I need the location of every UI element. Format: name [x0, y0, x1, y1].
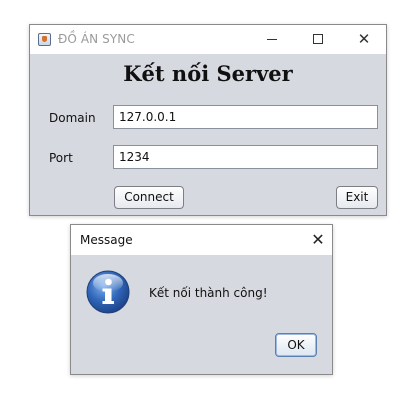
window-title: ĐỒ ÁN SYNC	[58, 32, 135, 46]
main-window: ĐỒ ÁN SYNC ✕ Kết nối Server Domain 127.0…	[29, 24, 387, 216]
port-input[interactable]: 1234	[113, 145, 378, 169]
domain-label: Domain	[49, 111, 96, 125]
minimize-icon[interactable]	[258, 29, 286, 49]
java-app-icon	[38, 33, 51, 46]
connect-button[interactable]: Connect	[114, 186, 184, 209]
info-icon	[86, 270, 130, 314]
message-text: Kết nối thành công!	[149, 286, 268, 300]
main-titlebar[interactable]: ĐỒ ÁN SYNC ✕	[30, 25, 386, 54]
exit-button[interactable]: Exit	[336, 186, 378, 209]
close-icon[interactable]: ✕	[309, 229, 327, 251]
port-label: Port	[49, 151, 73, 165]
message-dialog: Message ✕ Kết nối thành công! OK	[70, 224, 333, 375]
domain-input[interactable]: 127.0.0.1	[113, 105, 378, 129]
ok-button[interactable]: OK	[275, 333, 317, 357]
message-titlebar[interactable]: Message ✕	[71, 225, 332, 255]
dialog-title: Message	[80, 233, 133, 247]
maximize-icon[interactable]	[304, 29, 332, 49]
page-title: Kết nối Server	[123, 61, 293, 86]
close-icon[interactable]: ✕	[350, 29, 378, 49]
